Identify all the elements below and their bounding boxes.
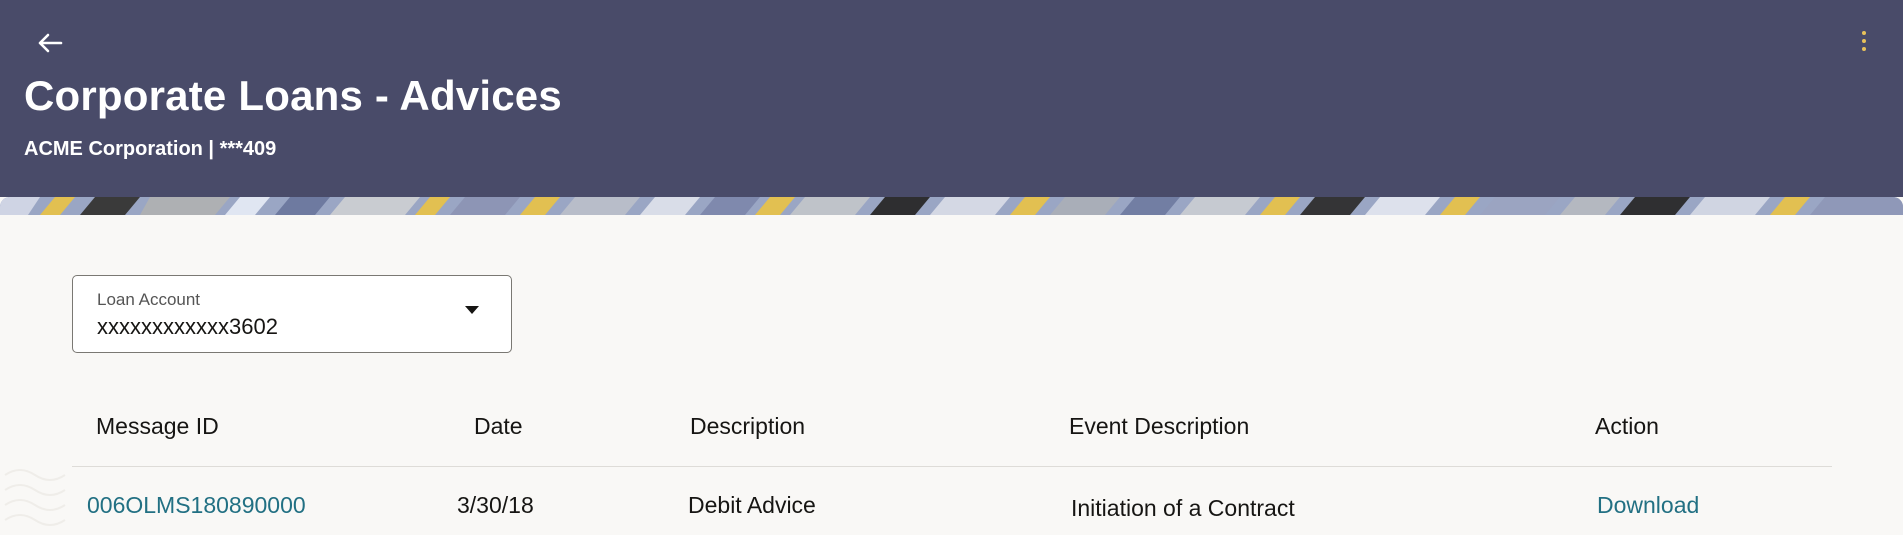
column-header-description: Description — [690, 413, 806, 439]
date-cell: 3/30/18 — [457, 492, 534, 518]
page-title: Corporate Loans - Advices — [24, 72, 562, 119]
event-description-cell: Initiation of a Contract — [1071, 495, 1295, 521]
column-header-message-id: Message ID — [96, 413, 219, 439]
back-button[interactable] — [30, 26, 70, 60]
arrow-left-icon — [38, 33, 63, 53]
loan-account-value: xxxxxxxxxxxx3602 — [97, 314, 278, 339]
more-options-button[interactable] — [1854, 26, 1874, 56]
message-id-link[interactable]: 006OLMS180890000 — [87, 492, 306, 519]
column-header-action: Action — [1595, 413, 1659, 439]
caret-down-icon — [465, 306, 479, 314]
decorative-banner — [0, 197, 1903, 215]
page-subtitle: ACME Corporation | ***409 — [24, 138, 277, 160]
page-header: Corporate Loans - Advices ACME Corporati… — [0, 0, 1903, 197]
loan-account-select[interactable]: Loan Account xxxxxxxxxxxx3602 — [72, 275, 512, 353]
kebab-dot-icon — [1862, 47, 1866, 51]
download-link[interactable]: Download — [1597, 492, 1699, 519]
column-header-event-description: Event Description — [1069, 413, 1250, 439]
advices-table: Message ID Date Description Event Descri… — [72, 397, 1832, 535]
kebab-dot-icon — [1862, 39, 1866, 43]
description-cell: Debit Advice — [688, 492, 816, 518]
table-header: Message ID Date Description Event Descri… — [72, 397, 1832, 467]
kebab-dot-icon — [1862, 31, 1866, 35]
main-content: Loan Account xxxxxxxxxxxx3602 Message ID… — [0, 215, 1903, 535]
decorative-pattern — [4, 469, 66, 526]
column-header-date: Date — [474, 413, 523, 439]
loan-account-label: Loan Account — [97, 290, 201, 309]
table-row: 006OLMS180890000 3/30/18 Debit Advice In… — [72, 467, 1832, 535]
